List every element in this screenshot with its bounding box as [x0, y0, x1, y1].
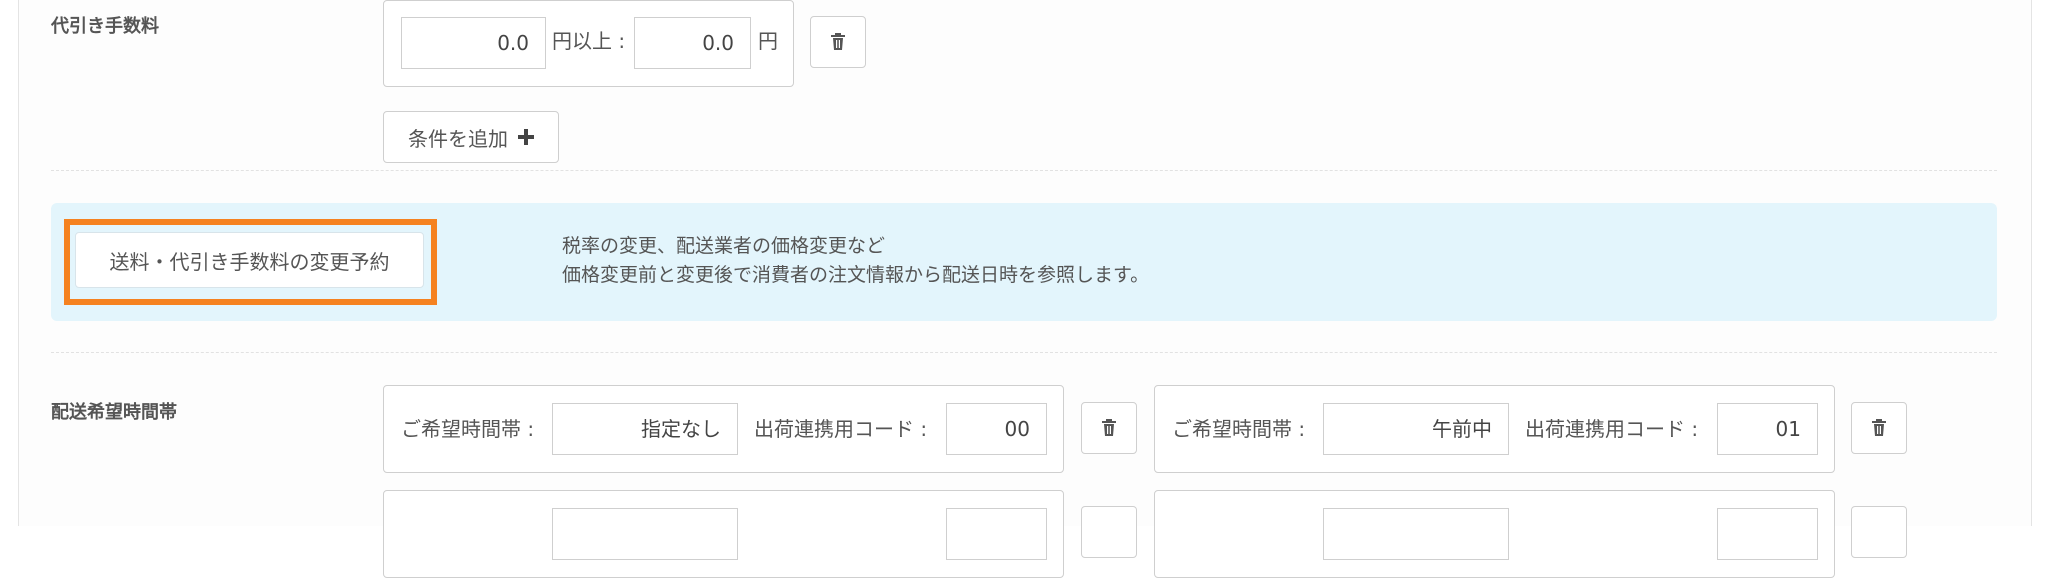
trash-icon	[1102, 419, 1116, 436]
slot-time-input[interactable]: 午前中	[1323, 403, 1509, 455]
section-divider	[51, 352, 1997, 353]
slot-code-label: 出荷連携用コード :	[1525, 417, 1699, 441]
reservation-description-line2: 価格変更前と変更後で消費者の注文情報から配送日時を参照します。	[562, 264, 1150, 286]
plus-icon	[518, 129, 534, 145]
delivery-slot-delete-button-partial[interactable]	[1081, 506, 1137, 558]
slot-code-label: 出荷連携用コード :	[754, 417, 928, 441]
trash-icon	[831, 33, 845, 50]
delivery-slot-delete-button-partial[interactable]	[1851, 506, 1907, 558]
slot-code-input[interactable]: 00	[946, 403, 1047, 455]
cod-unit-yen-text: 円	[758, 29, 778, 53]
cod-fee-label: 代引き手数料	[51, 16, 159, 37]
cod-fee-amount-input[interactable]: 0.0	[634, 17, 751, 69]
delivery-slot-delete-button[interactable]	[1081, 402, 1137, 454]
cod-delete-button[interactable]	[810, 16, 866, 68]
cod-fee-condition-group: 0.0 円以上 : 0.0 円	[383, 0, 794, 87]
delivery-slot-group: ご希望時間帯 : 午前中 出荷連携用コード : 01	[1154, 385, 1835, 473]
slot-code-input-partial[interactable]	[946, 508, 1047, 560]
reservation-description-line1: 税率の変更、配送業者の価格変更など	[562, 235, 886, 257]
delivery-slot-group: ご希望時間帯 : 指定なし 出荷連携用コード : 00	[383, 385, 1064, 473]
cod-unit-above-text: 円以上 :	[552, 29, 626, 53]
cod-amount-from-input[interactable]: 0.0	[401, 17, 546, 69]
add-condition-label: 条件を追加	[408, 126, 508, 151]
section-divider	[51, 170, 1997, 171]
delivery-slot-group-partial	[1154, 490, 1835, 578]
delivery-slot-delete-button[interactable]	[1851, 402, 1907, 454]
slot-time-input-partial[interactable]	[552, 508, 738, 560]
slot-time-label: ご希望時間帯 :	[401, 417, 535, 441]
delivery-slot-group-partial	[383, 490, 1064, 578]
highlight-frame	[64, 219, 437, 305]
slot-time-label: ご希望時間帯 :	[1172, 417, 1306, 441]
slot-code-input-partial[interactable]	[1717, 508, 1818, 560]
slot-code-input[interactable]: 01	[1717, 403, 1818, 455]
delivery-time-label: 配送希望時間帯	[51, 402, 177, 423]
slot-time-input-partial[interactable]	[1323, 508, 1509, 560]
add-condition-button[interactable]: 条件を追加	[383, 111, 559, 163]
slot-time-input[interactable]: 指定なし	[552, 403, 738, 455]
trash-icon	[1872, 419, 1886, 436]
